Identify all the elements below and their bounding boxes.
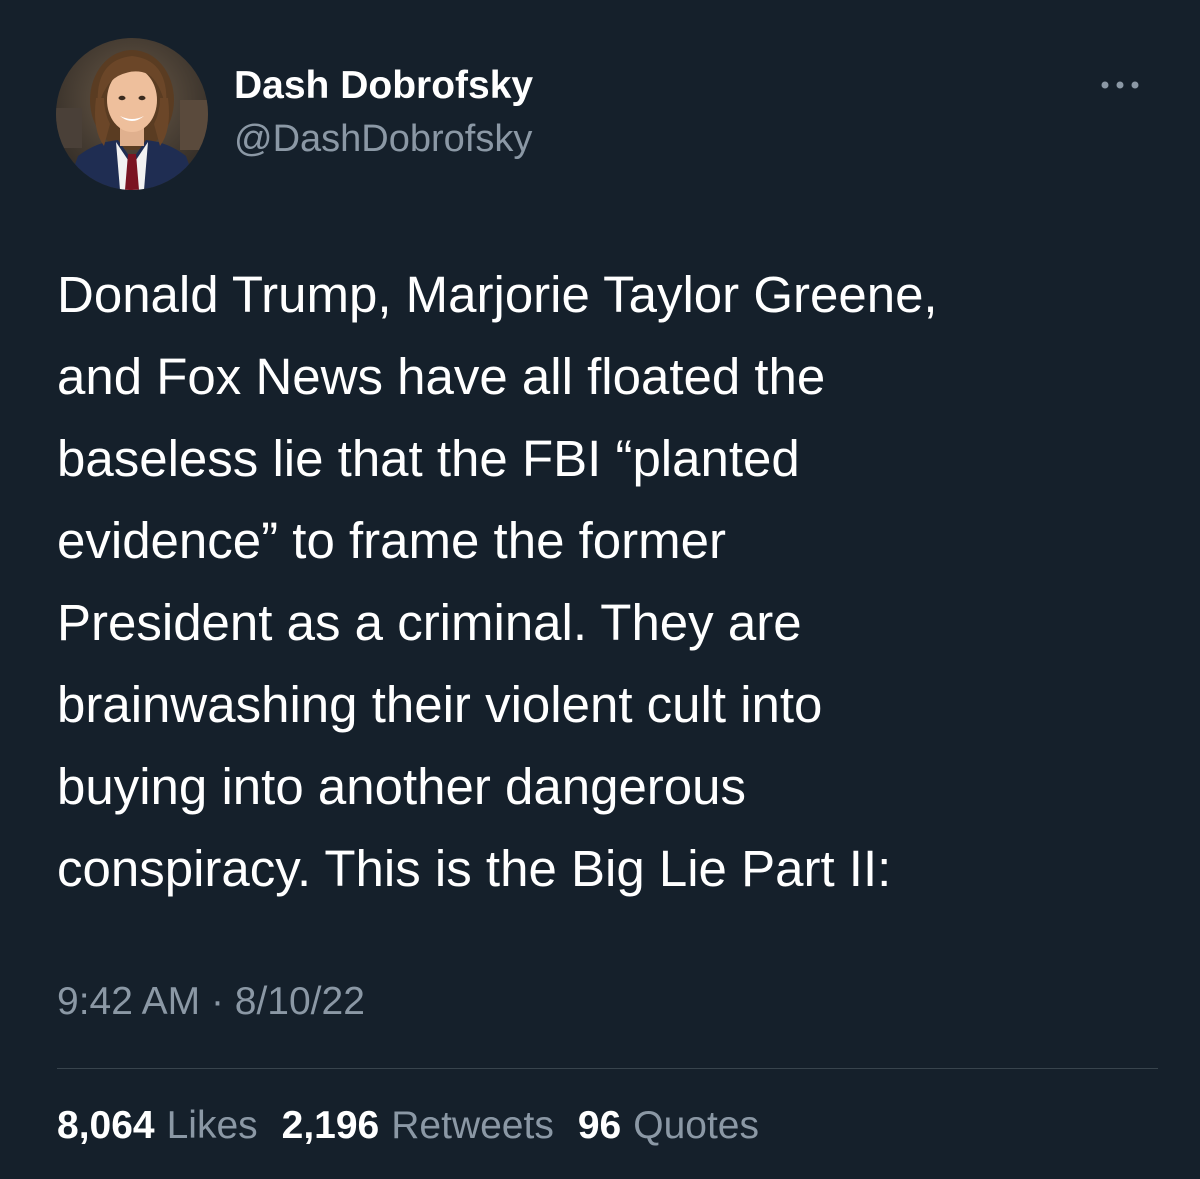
author-handle[interactable]: @DashDobrofsky [234, 118, 532, 161]
timestamp-separator: · [210, 980, 224, 1023]
tweet-timestamp[interactable]: 9:42 AM · 8/10/22 [57, 980, 365, 1024]
retweets-stat[interactable]: 2,196 Retweets [282, 1104, 554, 1148]
engagement-stats: 8,064 Likes 2,196 Retweets 96 Quotes [57, 1104, 759, 1148]
likes-count: 8,064 [57, 1104, 155, 1147]
likes-stat[interactable]: 8,064 Likes [57, 1104, 258, 1148]
retweets-count: 2,196 [281, 1104, 380, 1147]
tweet-time: 9:42 AM [57, 980, 201, 1023]
ellipsis-icon [1101, 81, 1139, 89]
avatar[interactable] [56, 38, 208, 190]
tweet-date: 8/10/22 [234, 980, 365, 1023]
quotes-count: 96 [577, 1104, 622, 1147]
author-display-name[interactable]: Dash Dobrofsky [234, 64, 533, 108]
tweet-text: Donald Trump, Marjorie Taylor Greene, an… [57, 266, 938, 897]
likes-label: Likes [166, 1104, 258, 1147]
avatar-image [56, 38, 208, 190]
quotes-stat[interactable]: 96 Quotes [578, 1104, 759, 1148]
retweets-label: Retweets [391, 1104, 554, 1147]
divider [57, 1068, 1158, 1069]
more-options-button[interactable] [1092, 70, 1148, 100]
quotes-label: Quotes [633, 1104, 759, 1147]
